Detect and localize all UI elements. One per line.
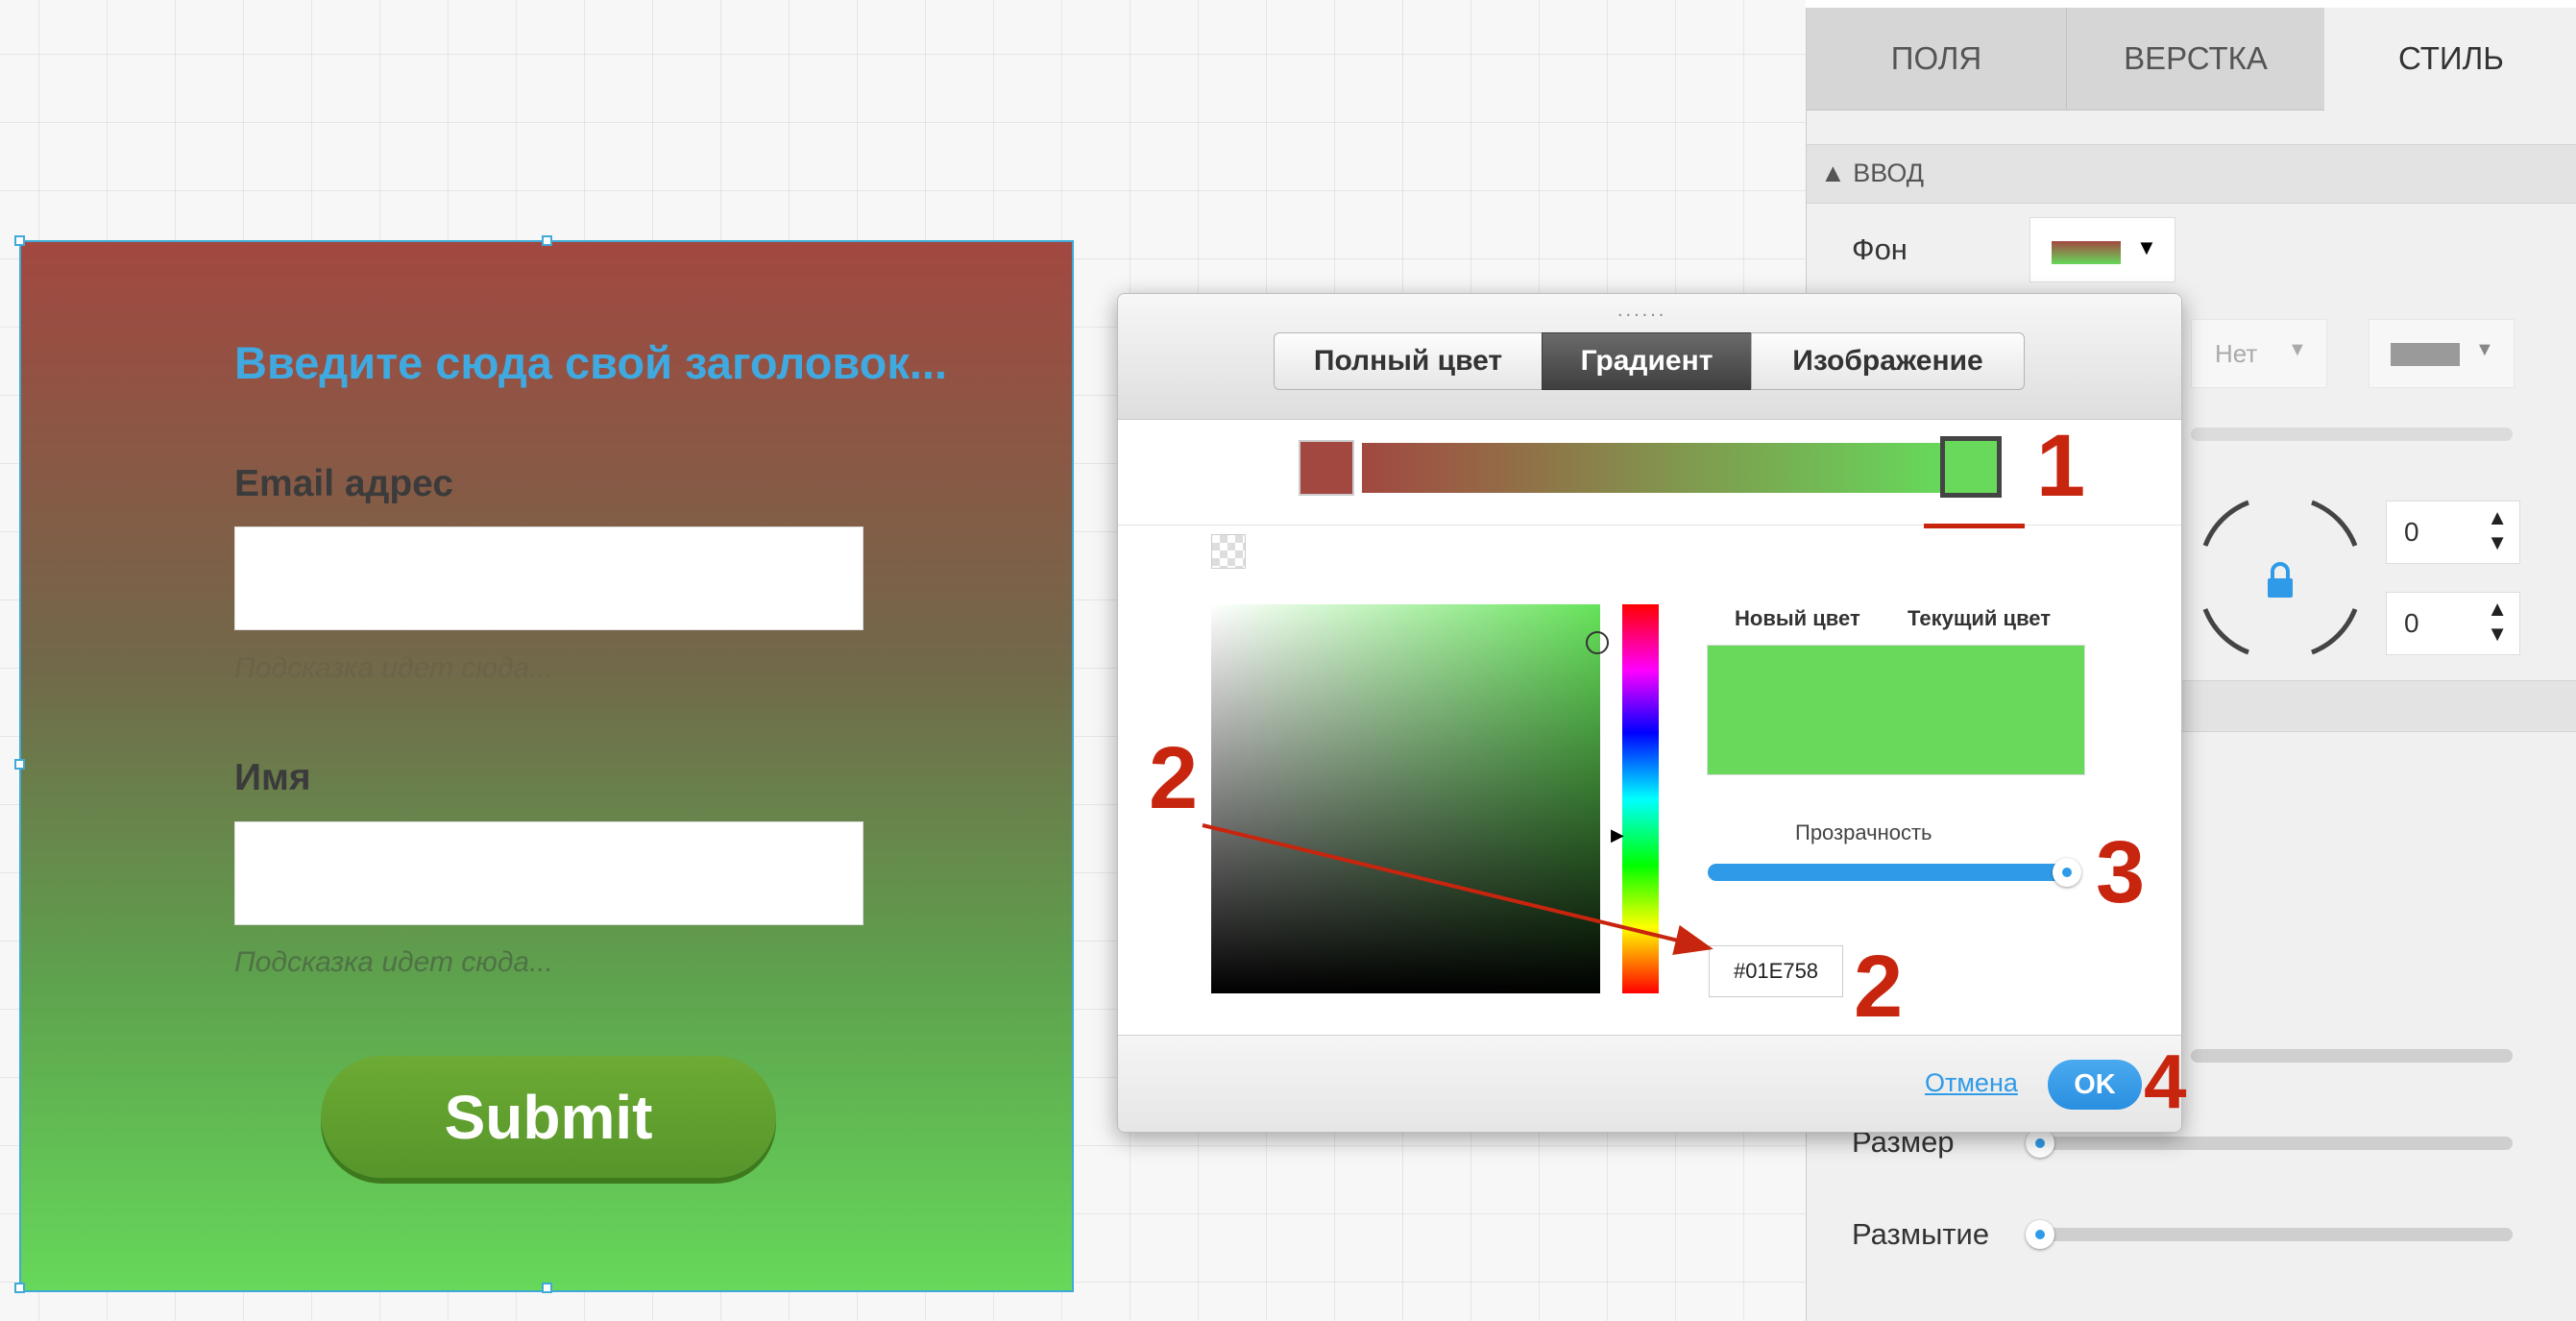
mode-image[interactable]: Изображение: [1751, 332, 2025, 390]
tab-style[interactable]: СТИЛЬ: [2325, 8, 2576, 110]
chevron-up-icon[interactable]: ▲: [2487, 505, 2508, 530]
hex-color-input[interactable]: #01E758: [1709, 945, 1843, 997]
dialog-footer: Отмена OK: [1118, 1035, 2181, 1132]
blur-label: Размытие: [1852, 1217, 1990, 1251]
annotation-2-left: 2: [1149, 729, 1199, 827]
size-slider[interactable]: [2037, 1137, 2513, 1150]
gradient-stop-end[interactable]: [1940, 436, 2002, 498]
opacity-slider-knob[interactable]: [2053, 858, 2081, 887]
resize-handle-top-left[interactable]: [14, 235, 25, 246]
resize-handle-middle-left[interactable]: [14, 759, 25, 770]
opacity-slider[interactable]: [1708, 864, 2067, 881]
annotation-1-underline: [1924, 524, 2025, 528]
email-hint: Подсказка идет сюда...: [234, 652, 554, 684]
border-width-slider[interactable]: [2191, 428, 2513, 441]
mode-solid-color[interactable]: Полный цвет: [1274, 332, 1543, 390]
form-widget[interactable]: Введите сюда свой заголовок... Email адр…: [14, 235, 1074, 1293]
border-style-value: Нет: [2215, 339, 2258, 368]
radius-bottom-value: 0: [2404, 608, 2419, 638]
chevron-up-icon[interactable]: ▲: [2487, 597, 2508, 622]
chevron-down-icon[interactable]: ▼: [2487, 530, 2508, 555]
name-field[interactable]: [234, 821, 863, 925]
gradient-editor: [1118, 419, 2181, 526]
gradient-stop-start[interactable]: [1299, 440, 1354, 496]
ok-button[interactable]: OK: [2048, 1060, 2142, 1110]
name-hint: Подсказка идет сюда...: [234, 946, 554, 978]
radius-bottom-input[interactable]: 0 ▲ ▼: [2386, 592, 2520, 655]
tab-layout[interactable]: ВЕРСТКА: [2067, 8, 2324, 110]
email-field[interactable]: [234, 526, 863, 630]
chevron-down-icon[interactable]: ▼: [2487, 622, 2508, 647]
annotation-arrow: [1202, 823, 1713, 956]
gradient-preview-bar[interactable]: [1362, 443, 1940, 493]
email-label: Email адрес: [234, 463, 454, 504]
lock-icon: [2268, 562, 2293, 598]
chevron-down-icon: ▼: [2136, 235, 2157, 259]
color-preview-swatch: [1707, 645, 2085, 775]
blur-slider-knob[interactable]: [2026, 1220, 2054, 1249]
section-input-header[interactable]: ▲ ВВОД: [1807, 144, 2576, 204]
current-color-label: Текущий цвет: [1908, 606, 2052, 630]
resize-handle-bottom-center[interactable]: [542, 1283, 552, 1293]
chevron-down-icon: ▼: [2288, 339, 2307, 360]
chevron-down-icon: ▼: [2475, 339, 2494, 360]
radius-top-input[interactable]: 0 ▲ ▼: [2386, 501, 2520, 564]
shadow-slider[interactable]: [2191, 1049, 2513, 1063]
annotation-1: 1: [2036, 417, 2086, 515]
background-color-swatch: [2052, 241, 2121, 264]
blur-slider[interactable]: [2037, 1228, 2513, 1241]
background-color-dropdown[interactable]: ▼: [2029, 217, 2175, 282]
drag-handle-icon[interactable]: ......: [1617, 300, 1666, 322]
resize-handle-bottom-left[interactable]: [14, 1283, 25, 1293]
tab-fields[interactable]: ПОЛЯ: [1807, 8, 2067, 110]
section-input-title: ▲ ВВОД: [1820, 159, 1925, 187]
annotation-2-right: 2: [1854, 938, 1904, 1036]
radius-top-value: 0: [2404, 517, 2419, 547]
opacity-label: Прозрачность: [1795, 820, 1932, 844]
color-picker-cursor[interactable]: [1586, 631, 1609, 654]
size-slider-knob[interactable]: [2026, 1129, 2054, 1158]
transparent-color-icon[interactable]: [1211, 534, 1246, 569]
dialog-header: ...... Полный цвет Градиент Изображение: [1118, 294, 2181, 420]
color-picker-dialog: ...... Полный цвет Градиент Изображение …: [1117, 293, 2182, 1133]
name-label: Имя: [234, 757, 311, 798]
border-style-select[interactable]: Нет ▼: [2191, 319, 2327, 388]
submit-button[interactable]: Submit: [321, 1056, 776, 1178]
cancel-link[interactable]: Отмена: [1925, 1068, 2018, 1098]
annotation-3: 3: [2096, 823, 2146, 921]
border-color-swatch: [2391, 343, 2460, 366]
mode-gradient[interactable]: Градиент: [1542, 332, 1752, 390]
background-label: Фон: [1852, 232, 1908, 266]
corner-radius-control[interactable]: [2196, 493, 2365, 662]
form-title[interactable]: Введите сюда свой заголовок...: [234, 336, 947, 389]
new-color-label: Новый цвет: [1735, 606, 1860, 630]
resize-handle-top-center[interactable]: [542, 235, 552, 246]
annotation-4: 4: [2144, 1039, 2187, 1124]
border-color-dropdown[interactable]: ▼: [2369, 319, 2515, 388]
